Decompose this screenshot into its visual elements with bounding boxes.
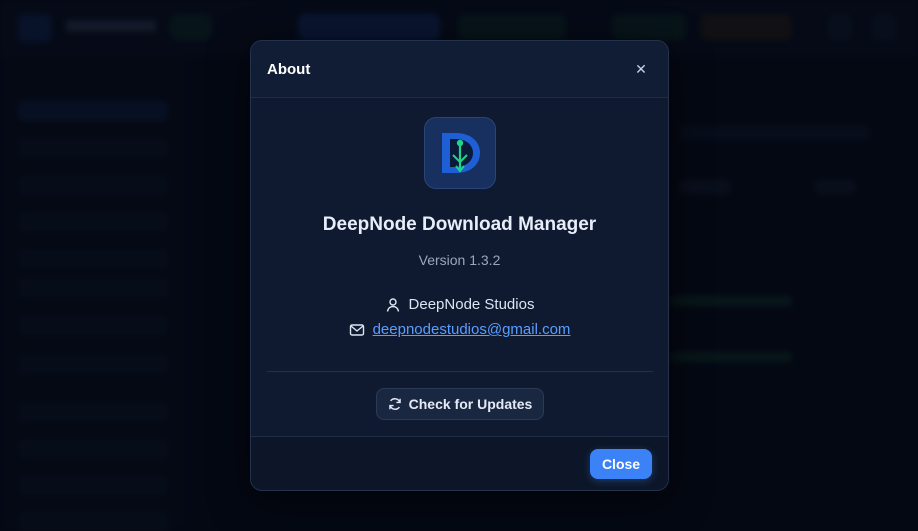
dialog-footer: Close [251, 436, 668, 490]
company-row: DeepNode Studios [251, 296, 668, 313]
app-name: DeepNode Download Manager [322, 214, 597, 235]
check-for-updates-button[interactable]: Check for Updates [376, 388, 544, 420]
about-dialog: About ✕ DeepNode Download Manager Versio… [250, 40, 669, 491]
check-for-updates-label: Check for Updates [408, 396, 533, 412]
app-logo-icon [424, 117, 496, 189]
refresh-icon [388, 398, 401, 410]
close-button[interactable]: Close [590, 449, 652, 479]
company-name: DeepNode Studios [408, 296, 535, 313]
dialog-divider [267, 371, 653, 372]
email-link[interactable]: deepnodestudios@gmail.com [373, 321, 571, 338]
user-icon [386, 297, 399, 312]
close-icon[interactable]: ✕ [630, 58, 652, 80]
dialog-header: About ✕ [251, 41, 668, 98]
dialog-title: About [267, 61, 311, 78]
email-row: deepnodestudios@gmail.com [251, 321, 668, 338]
mail-icon [349, 323, 364, 336]
app-version: Version 1.3.2 [418, 252, 501, 268]
